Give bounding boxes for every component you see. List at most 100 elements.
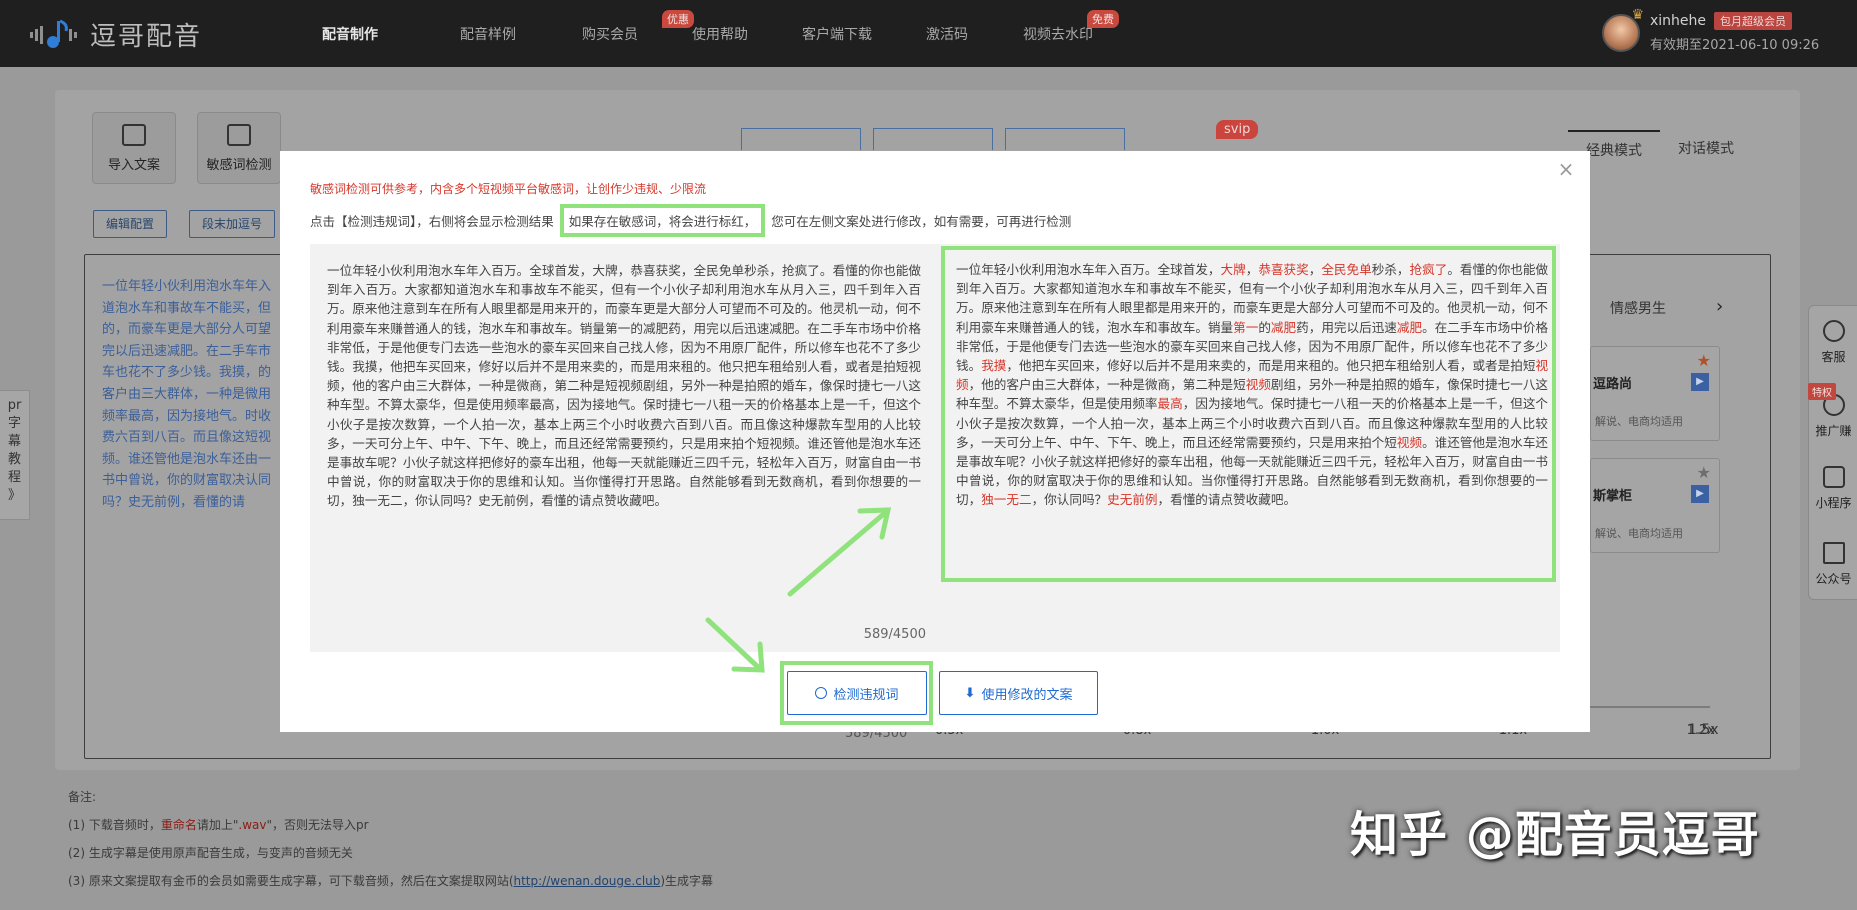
detect-violations-button[interactable]: 检测违规词 [787, 671, 927, 715]
star-icon[interactable]: ★ [1697, 351, 1711, 370]
flagged-word: 独一无二 [981, 492, 1032, 508]
vip-badge: 包月超级会员 [1714, 12, 1793, 30]
editor-preview-text[interactable]: 一位年轻小伙利用泡水车年入道泡水车和事故车不能买，但的，而豪车更是大部分人可望完… [102, 276, 282, 514]
rbar-service[interactable]: 客服 [1809, 320, 1857, 365]
download-icon: ⬇ [964, 685, 976, 701]
sensitive-word-tool[interactable]: 敏感词检测 [197, 112, 281, 184]
result-panel: 一位年轻小伙利用泡水车年入百万。全球首发，大牌，恭喜获奖，全民免单秒杀，抢疯了。… [937, 244, 1560, 652]
flagged-word: 视频 [1396, 434, 1423, 450]
user-info: xinhehe 包月超级会员 有效期至2021-06-10 09:26 [1650, 12, 1819, 53]
bg-tab [873, 128, 993, 150]
nav-label: 视频去水印 [1023, 26, 1093, 43]
note-line: (2) 生成字幕是使用原声配音生成，与变声的音频无关 [68, 846, 353, 860]
note-text: (1) 下载音频时， [68, 818, 161, 832]
result-segment: 一位年轻小伙利用泡水车年入百万。全球首发， [956, 262, 1221, 277]
source-text-panel[interactable]: 一位年轻小伙利用泡水车年入百万。全球首发，大牌，恭喜获奖，全民免单秒杀，抢疯了。… [310, 244, 943, 652]
nav-item-dubbing[interactable]: 配音制作 [322, 24, 460, 44]
note-emphasis: 重命名 [160, 818, 197, 832]
note-emphasis: .wav [238, 818, 267, 832]
nav-item-buy-vip[interactable]: 购买会员 优惠 [582, 9, 694, 44]
notes-title: 备注: [68, 790, 97, 804]
voice-card[interactable]: ★ 逗路尚 ▶ 解说、电商均适用 [1590, 346, 1720, 441]
flagged-word: 视频 [1245, 377, 1271, 393]
voice-desc: 解说、电商均适用 [1595, 527, 1683, 540]
play-icon[interactable]: ▶ [1691, 485, 1709, 503]
voice-category[interactable]: 情感男生 [1610, 298, 1666, 318]
bg-tab [741, 128, 861, 150]
voice-name: 逗路尚 [1593, 377, 1633, 392]
add-comma-button[interactable]: 段末加逗号 [189, 210, 276, 238]
result-segment: ，他把车买回来，修好以后并不是用来卖的，而是用来租的。他只把车租给别人看，或者是… [1006, 358, 1536, 374]
top-nav-bar: 逗哥配音 配音制作 配音样例 购买会员 优惠 使用帮助 客户端下载 激活码 视频去… [0, 0, 1857, 67]
result-highlight-frame: 一位年轻小伙利用泡水车年入百万。全球首发，大牌，恭喜获奖，全民免单秒杀，抢疯了。… [941, 246, 1556, 582]
result-segment: 秒杀， [1371, 262, 1410, 277]
rail-char: 幕 [7, 434, 21, 449]
char-count: 589/4500 [863, 627, 926, 642]
flagged-word: 第一 [1233, 319, 1259, 335]
import-copy-tool[interactable]: 导入文案 [92, 112, 176, 184]
rbar-promote[interactable]: 推广赚 [1809, 394, 1857, 439]
nav-label: 配音样例 [460, 26, 516, 43]
voice-name: 斯掌柜 [1593, 489, 1633, 504]
source-textarea[interactable]: 一位年轻小伙利用泡水车年入百万。全球首发，大牌，恭喜获奖，全民免单秒杀，抢疯了。… [327, 261, 921, 511]
use-modified-copy-button[interactable]: ⬇ 使用修改的文案 [939, 671, 1098, 715]
main-nav: 配音制作 配音样例 购买会员 优惠 使用帮助 客户端下载 激活码 视频去水印 免费 [322, 0, 1143, 67]
import-icon [122, 123, 146, 146]
play-icon[interactable]: ▶ [1691, 373, 1709, 391]
nav-item-samples[interactable]: 配音样例 [460, 24, 582, 44]
flagged-word: 全民免单 [1321, 262, 1372, 277]
headset-icon [1822, 320, 1845, 342]
flagged-word: 减肥 [1270, 319, 1297, 335]
nav-item-help[interactable]: 使用帮助 [692, 24, 802, 44]
rail-char: 程 [7, 470, 21, 485]
nav-label: 激活码 [926, 26, 968, 43]
rbar-official-account[interactable]: 公众号 [1809, 542, 1857, 587]
result-segment: 的 [1258, 319, 1271, 335]
voice-card[interactable]: ★ 斯掌柜 ▶ 解说、电商均适用 [1590, 458, 1720, 553]
note-text: "，否则无法导入pr [266, 818, 369, 832]
warning-text: 敏感词检测可供参考，内含多个短视频平台敏感词，让创作少违规、少限流 [310, 182, 707, 196]
nav-label: 购买会员 [582, 26, 638, 43]
chevron-right-icon: 》 [7, 488, 21, 503]
flagged-word: 减肥 [1396, 319, 1423, 335]
flagged-word: 恭喜获奖 [1258, 262, 1309, 277]
result-segment: ， [1308, 262, 1322, 277]
discount-badge: 优惠 [662, 9, 694, 28]
flagged-word: 抢疯了 [1409, 262, 1448, 277]
flagged-word: 大牌 [1220, 262, 1246, 277]
flagged-word: 我摸 [981, 358, 1007, 374]
pr-subtitle-tutorial-rail[interactable]: pr 字 幕 教 程 》 [0, 390, 30, 520]
star-icon[interactable]: ★ [1697, 463, 1711, 482]
chevron-right-icon[interactable]: › [1716, 296, 1723, 317]
logo[interactable]: 逗哥配音 [28, 16, 202, 53]
note-text: 请加上" [196, 818, 239, 832]
rbar-miniapp[interactable]: 小程序 [1809, 466, 1857, 511]
note-line: (1) 下载音频时，重命名请加上".wav"，否则无法导入pr [68, 811, 713, 839]
logo-icon [28, 18, 82, 52]
edit-config-button[interactable]: 编辑配置 [93, 210, 168, 238]
user-area[interactable]: ♛ xinhehe 包月超级会员 有效期至2021-06-10 09:26 [1602, 7, 1819, 53]
instruction-text: 点击【检测违规词】，右侧将会显示检测结果 如果存在敏感词，将会进行标红， 您可在… [310, 204, 1071, 237]
note-text: )生成字幕 [660, 874, 714, 888]
nav-item-client-download[interactable]: 客户端下载 [802, 24, 926, 44]
rbar-label: 推广赚 [1815, 424, 1852, 438]
result-segment: 药，用完以后迅速 [1296, 319, 1397, 335]
avatar[interactable]: ♛ [1602, 7, 1644, 52]
wenan-link[interactable]: http://wenan.douge.club [514, 874, 661, 888]
free-badge: 免费 [1087, 9, 1119, 28]
crown-icon: ♛ [1631, 6, 1644, 23]
rbar-label: 公众号 [1815, 572, 1852, 586]
tab-dialogue-mode[interactable]: 对话模式 [1660, 130, 1752, 168]
rbar-label: 客服 [1821, 350, 1846, 364]
hint-highlight: 如果存在敏感词，将会进行标红， [559, 204, 766, 237]
hint-text: 点击【检测违规词】，右侧将会显示检测结果 [310, 214, 554, 229]
nav-item-remove-watermark[interactable]: 视频去水印 免费 [1023, 9, 1143, 44]
sensitive-word-dialog: × 敏感词检测可供参考，内含多个短视频平台敏感词，让创作少违规、少限流 点击【检… [280, 151, 1590, 732]
speed-max-label: 1.5x [1688, 722, 1719, 738]
privilege-badge: 特权 [1808, 383, 1836, 400]
close-icon[interactable]: × [1554, 157, 1578, 181]
nav-item-activation-code[interactable]: 激活码 [926, 24, 1023, 44]
phone-icon [1822, 466, 1845, 488]
button-label: 检测违规词 [833, 687, 899, 703]
search-icon [815, 687, 828, 699]
